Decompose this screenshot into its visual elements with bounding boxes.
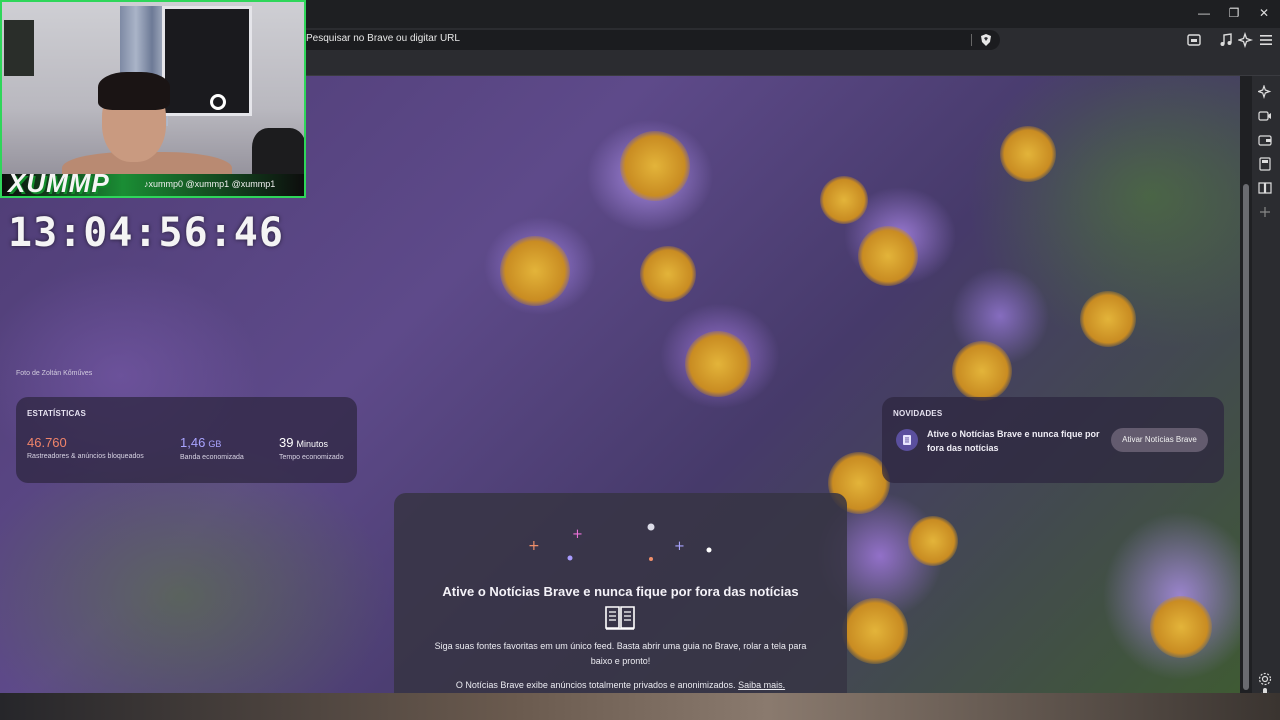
svg-text:+: + <box>572 527 583 542</box>
streamer-handles: ♪xummp0 @xummp1 @xummp1 <box>144 179 276 189</box>
flower-decoration <box>620 131 690 201</box>
svg-text:+: + <box>674 539 685 554</box>
leo-ai-icon[interactable] <box>1238 32 1254 48</box>
flower-decoration <box>820 176 868 224</box>
taskbar-area <box>0 693 1280 720</box>
flower-decoration <box>1000 126 1056 182</box>
menu-icon[interactable] <box>1258 32 1274 48</box>
news-icon <box>896 429 918 451</box>
music-icon[interactable] <box>1218 32 1234 48</box>
flower-decoration <box>908 516 958 566</box>
minimize-icon[interactable]: — <box>1196 6 1212 20</box>
streamer-hair <box>98 72 170 110</box>
enable-news-button[interactable]: Ativar Notícias Brave <box>1111 428 1208 452</box>
wallet-icon[interactable] <box>1258 133 1272 147</box>
stats-heading: ESTATÍSTICAS <box>27 409 86 418</box>
flower-decoration <box>858 226 918 286</box>
flower-decoration <box>1080 291 1136 347</box>
trackers-blocked-label: Rastreadores & anúncios bloqueados <box>27 453 144 460</box>
photo-credit[interactable]: Foto de Zoltán Kőműves <box>16 370 92 377</box>
scrollbar-thumb[interactable] <box>1243 184 1249 690</box>
stream-timer: 13:04:56:46 <box>8 210 284 256</box>
flower-decoration <box>1150 596 1212 658</box>
news-promo-card: + + + Ative o Notícias Brave e nunca fiq… <box>394 493 847 693</box>
news-heading: NOVIDADES <box>893 409 943 418</box>
address-divider <box>971 34 972 46</box>
flower-decoration <box>685 331 751 397</box>
bandwidth-saved-value: 1,46 GB <box>180 435 222 450</box>
time-saved-label: Tempo economizado <box>279 454 344 461</box>
promo-privacy-note: O Notícias Brave exibe anúncios totalmen… <box>455 680 786 690</box>
wall-poster <box>4 20 34 76</box>
reading-list-icon[interactable] <box>1258 181 1272 195</box>
tab-manager-icon[interactable] <box>1186 32 1202 48</box>
news-message: Ative o Notícias Brave e nunca fique por… <box>927 429 1100 453</box>
bookmarks-icon[interactable] <box>1258 157 1272 171</box>
flower-decoration <box>952 341 1012 401</box>
leo-sidebar-icon[interactable] <box>1258 85 1272 99</box>
sparkles-decoration: + + + <box>528 523 712 561</box>
news-widget: NOVIDADES Ative o Notícias Brave e nunca… <box>882 397 1224 483</box>
trackers-blocked-value: 46.760 <box>27 435 67 450</box>
flower-decoration <box>500 236 570 306</box>
flower-decoration <box>640 246 696 302</box>
video-icon[interactable] <box>1258 109 1272 123</box>
news-book-icon <box>605 606 635 630</box>
address-placeholder: Pesquisar no Brave ou digitar URL <box>306 33 460 44</box>
room-window <box>162 6 252 116</box>
streamer-brand-bar: XUMMP ♪xummp0 @xummp1 @xummp1 <box>2 168 304 196</box>
page-scrollbar[interactable] <box>1240 76 1252 693</box>
flower-decoration <box>842 598 908 664</box>
sidebar-settings-icon[interactable] <box>1258 672 1272 686</box>
promo-title: Ative o Notícias Brave e nunca fique por… <box>442 584 799 599</box>
promo-description: Siga suas fontes favoritas em um único f… <box>434 641 807 666</box>
brave-shield-icon[interactable] <box>981 34 991 46</box>
time-saved-value: 39 Minutos <box>279 435 328 450</box>
webcam-overlay: XUMMP ♪xummp0 @xummp1 @xummp1 <box>0 0 306 198</box>
svg-text:+: + <box>528 538 540 554</box>
bandwidth-saved-label: Banda economizada <box>180 454 244 461</box>
stats-widget: ESTATÍSTICAS 46.760 Rastreadores & anúnc… <box>16 397 357 483</box>
add-sidebar-item-icon[interactable] <box>1258 205 1272 219</box>
right-sidebar <box>1252 76 1280 720</box>
screen: — ❐ ✕ Pesquisar no Brave ou digitar URL … <box>0 0 1280 720</box>
restore-icon[interactable]: ❐ <box>1226 6 1242 20</box>
streamer-logo: XUMMP <box>8 168 110 198</box>
address-bar[interactable]: Pesquisar no Brave ou digitar URL <box>296 30 1000 50</box>
close-icon[interactable]: ✕ <box>1256 6 1272 20</box>
ring-light <box>210 94 226 110</box>
learn-more-link[interactable]: Saiba mais. <box>738 680 785 690</box>
